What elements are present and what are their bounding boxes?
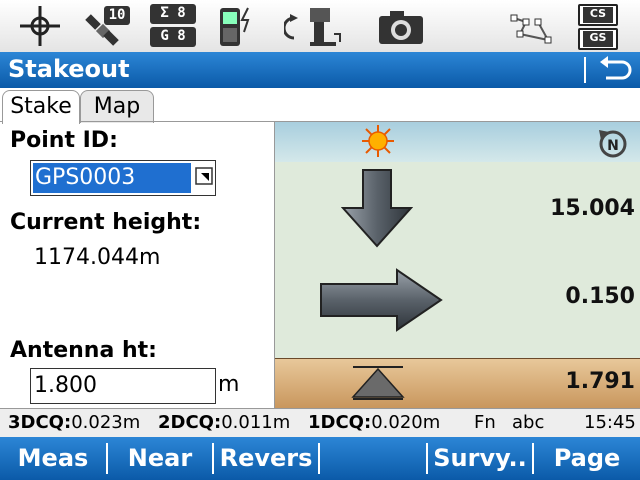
satellite-count: 10 xyxy=(104,6,130,25)
revers-button[interactable]: Revers xyxy=(214,437,318,480)
arrow-right-icon xyxy=(320,268,443,332)
controller-icon[interactable] xyxy=(214,4,260,48)
return-icon xyxy=(600,56,632,80)
tab-map[interactable]: Map xyxy=(80,90,154,123)
tab-stake[interactable]: Stake xyxy=(2,90,80,124)
meas-button[interactable]: Meas xyxy=(0,437,106,480)
input-mode-indicator: abc xyxy=(512,412,545,433)
ground-band: 1.791 xyxy=(275,358,640,408)
status-bar: 10 Σ 8 G 8 CS GS xyxy=(0,0,640,53)
title-bar: Stakeout xyxy=(0,52,640,88)
softkey-bar: Meas Near Revers Survy.. Page xyxy=(0,437,640,480)
page-title: Stakeout xyxy=(8,55,130,83)
3dcq-readout: 3DCQ:0.023m xyxy=(8,412,141,433)
stakeout-guidance-panel: N 15.004 0.150 1.791 xyxy=(274,122,640,408)
polygon-icon[interactable] xyxy=(508,4,560,48)
current-height-label: Current height: xyxy=(10,210,202,235)
1dcq-readout: 1DCQ:0.020m xyxy=(308,412,441,433)
cs-battery: CS xyxy=(578,4,618,26)
point-id-value: GPS0003 xyxy=(33,163,191,193)
gs-battery: GS xyxy=(578,28,618,50)
height-difference-value: 1.791 xyxy=(565,369,635,394)
instrument-icon[interactable] xyxy=(284,4,348,48)
antenna-height-label: Antenna ht: xyxy=(10,338,157,363)
crosshair-icon[interactable] xyxy=(16,4,64,48)
camera-icon[interactable] xyxy=(376,4,426,48)
dropdown-icon[interactable] xyxy=(195,167,213,187)
antenna-unit: m xyxy=(218,372,240,397)
cut-fill-value: 15.004 xyxy=(550,196,635,221)
quality-info-bar: 3DCQ:0.023m 2DCQ:0.011m 1DCQ:0.020m Fn a… xyxy=(0,408,640,438)
satellite-icon[interactable]: 10 xyxy=(82,4,132,48)
sky-band xyxy=(275,122,640,162)
2dcq-readout: 2DCQ:0.011m xyxy=(158,412,291,433)
page-button[interactable]: Page xyxy=(534,437,640,480)
near-button[interactable]: Near xyxy=(108,437,212,480)
clock: 15:45 xyxy=(584,412,636,433)
arrow-down-icon xyxy=(341,169,413,248)
fn-indicator: Fn xyxy=(474,412,496,433)
tab-bar: Stake Map xyxy=(0,88,640,124)
gps-count: G 8 xyxy=(150,27,196,47)
sigma-count: Σ 8 xyxy=(150,4,196,24)
antenna-height-value: 1.800 xyxy=(34,373,97,398)
svg-text:N: N xyxy=(607,138,619,154)
antenna-height-input[interactable]: 1.800 xyxy=(30,368,216,404)
constellation-indicator[interactable]: Σ 8 G 8 xyxy=(150,4,198,48)
empty-softkey[interactable] xyxy=(320,437,426,480)
battery-indicator[interactable]: CS GS xyxy=(578,4,618,50)
sun-icon xyxy=(362,125,394,157)
point-id-label: Point ID: xyxy=(10,128,118,153)
height-marker-icon xyxy=(351,366,405,400)
back-button[interactable] xyxy=(594,52,634,88)
north-icon[interactable]: N xyxy=(595,126,631,160)
survy-button[interactable]: Survy.. xyxy=(428,437,532,480)
title-divider xyxy=(584,57,586,83)
point-id-dropdown[interactable]: GPS0003 xyxy=(30,160,216,196)
offset-value: 0.150 xyxy=(565,284,635,309)
current-height-value: 1174.044m xyxy=(34,245,161,270)
